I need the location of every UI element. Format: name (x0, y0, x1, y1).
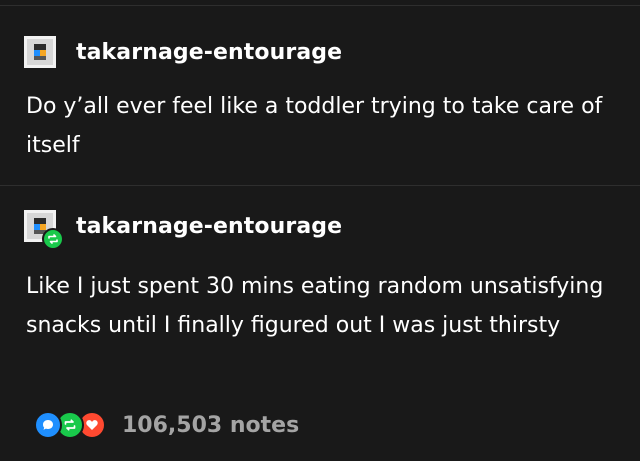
avatar[interactable] (24, 210, 64, 250)
note-icons[interactable] (34, 411, 106, 439)
post-header: takarnage-entourage (24, 36, 342, 68)
comment-icon (34, 411, 62, 439)
notes-footer: 106,503 notes (34, 410, 299, 440)
notes-count[interactable]: 106,503 notes (122, 413, 299, 438)
post-text: Do y’all ever feel like a toddler trying… (26, 94, 603, 158)
avatar[interactable] (24, 36, 56, 68)
post-username[interactable]: takarnage-entourage (76, 214, 342, 239)
reblog-badge (42, 228, 64, 250)
pixel-avatar-icon (24, 36, 56, 68)
post-text: Like I just spent 30 mins eating random … (26, 274, 604, 338)
post-username[interactable]: takarnage-entourage (76, 40, 342, 65)
post-original: takarnage-entourage Do y’all ever feel l… (0, 6, 640, 185)
post-reply: takarnage-entourage Like I just spent 30… (0, 186, 640, 461)
post-header: takarnage-entourage (24, 210, 342, 250)
reblog-icon (48, 234, 58, 244)
